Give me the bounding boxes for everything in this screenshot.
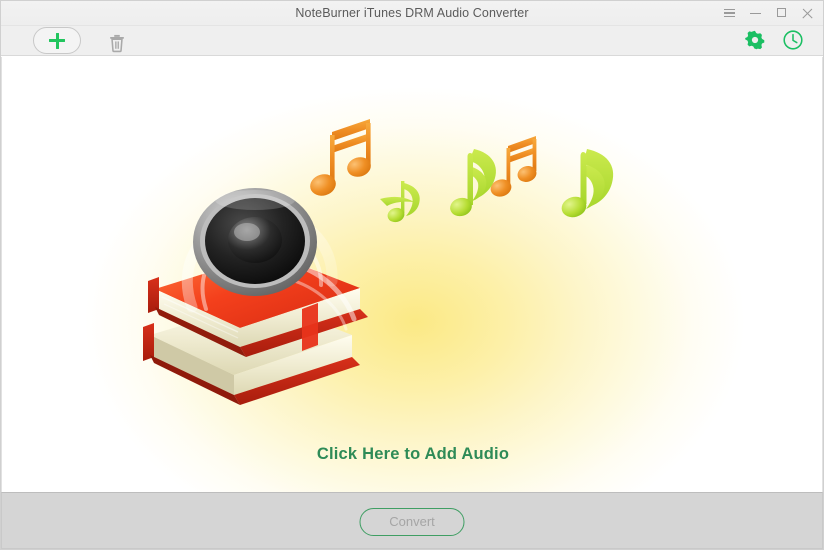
title-bar: NoteBurner iTunes DRM Audio Converter [0, 0, 824, 26]
maximize-icon[interactable] [775, 7, 788, 20]
add-audio-hint[interactable]: Click Here to Add Audio [2, 445, 822, 464]
add-audio-button[interactable] [33, 27, 81, 54]
music-note-orange-right [490, 136, 537, 197]
minimize-icon[interactable] [749, 7, 762, 20]
drop-zone[interactable]: Click Here to Add Audio [1, 57, 823, 492]
clock-icon [783, 30, 803, 50]
toolbar [0, 26, 824, 56]
plus-icon [49, 32, 65, 49]
history-button[interactable] [782, 29, 804, 51]
app-window: NoteBurner iTunes DRM Audio Converter Cl… [0, 0, 824, 550]
settings-button[interactable] [744, 29, 766, 51]
gear-icon [745, 30, 765, 50]
trash-icon [110, 34, 124, 53]
menu-icon[interactable] [723, 7, 736, 20]
close-icon[interactable] [801, 7, 814, 20]
music-note-green-small-right [450, 149, 496, 217]
books-speaker-group [143, 188, 368, 405]
toolbar-right-actions [744, 29, 804, 51]
delete-button[interactable] [106, 32, 126, 53]
music-note-orange-left [310, 119, 371, 196]
convert-button[interactable]: Convert [359, 508, 465, 536]
music-books-illustration [143, 119, 614, 405]
music-note-green-right [561, 149, 614, 218]
footer-bar: Convert [1, 492, 823, 549]
music-note-green-small-left [380, 181, 420, 223]
window-controls [723, 0, 814, 26]
window-title: NoteBurner iTunes DRM Audio Converter [295, 6, 529, 20]
